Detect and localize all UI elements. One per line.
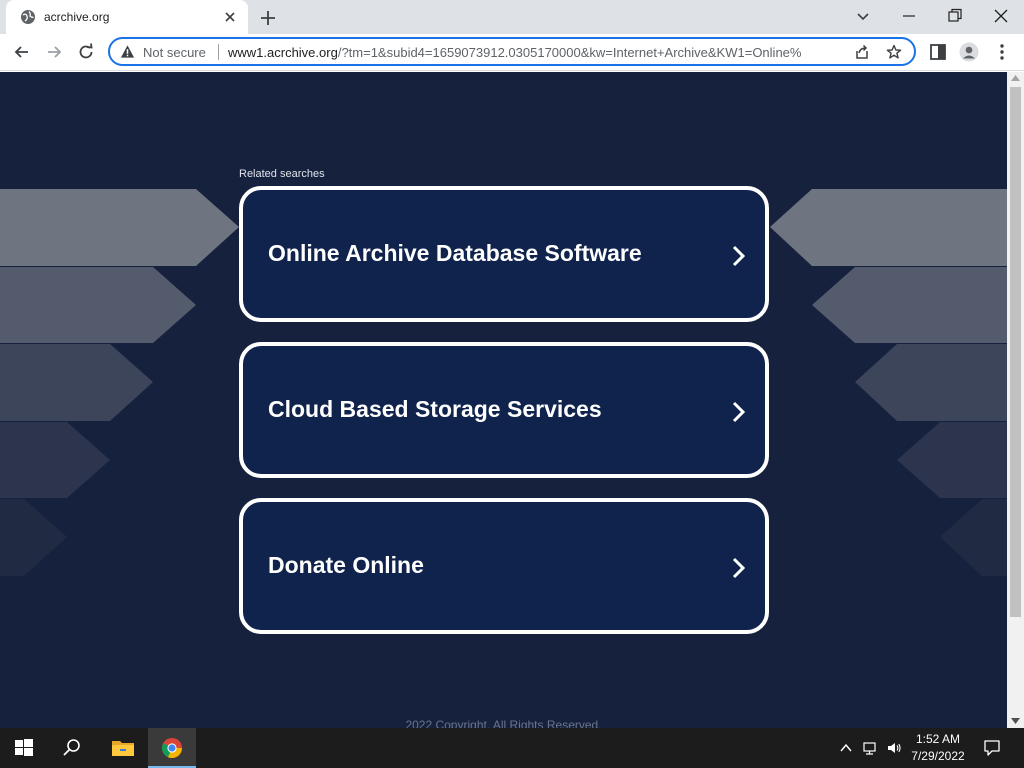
volume-icon[interactable]: [886, 740, 902, 756]
restore-icon[interactable]: [945, 6, 965, 26]
result-label: Donate Online: [268, 552, 424, 578]
profile-icon[interactable]: [959, 42, 979, 62]
close-tab-icon[interactable]: [222, 9, 238, 25]
clock-time: 1:52 AM: [915, 732, 961, 746]
url-path: /?tm=1&subid4=1659073912.0305170000&kw=I…: [337, 45, 802, 60]
clock-date: 7/29/2022: [911, 749, 965, 763]
file-explorer-icon: [112, 741, 134, 756]
system-clock[interactable]: 1:52 AM 7/29/2022: [904, 731, 972, 765]
browser-toolbar: Not secure www1.acrchive.org/?tm=1&subid…: [0, 34, 1024, 71]
warning-icon[interactable]: [120, 44, 135, 59]
file-explorer-button[interactable]: [98, 728, 146, 768]
kebab-menu-icon[interactable]: [992, 42, 1012, 62]
scroll-up-arrow-icon[interactable]: [1011, 75, 1020, 81]
globe-icon: [21, 10, 35, 24]
result-cloud-based-storage-services[interactable]: Cloud Based Storage Services: [239, 342, 769, 478]
scroll-down-arrow-icon[interactable]: [1011, 718, 1020, 724]
browser-tab[interactable]: acrchive.org: [6, 0, 248, 34]
share-icon[interactable]: [854, 44, 870, 60]
url-text[interactable]: www1.acrchive.org/?tm=1&subid4=165907391…: [228, 45, 848, 60]
taskbar-search-button[interactable]: [48, 728, 96, 768]
chevron-right-icon: [732, 557, 746, 579]
result-label: Online Archive Database Software: [268, 240, 642, 266]
reload-icon[interactable]: [76, 42, 96, 62]
close-window-icon[interactable]: [991, 6, 1011, 26]
tab-strip: acrchive.org: [0, 0, 1024, 34]
side-panel-icon[interactable]: [928, 42, 948, 62]
result-online-archive-database-software[interactable]: Online Archive Database Software: [239, 186, 769, 322]
tab-title: acrchive.org: [44, 10, 110, 24]
network-icon[interactable]: [862, 740, 878, 756]
security-status[interactable]: Not secure: [143, 45, 206, 60]
minimize-icon[interactable]: [899, 6, 919, 26]
notifications-icon[interactable]: [983, 739, 1001, 757]
page-viewport: Related searches Online Archive Database…: [0, 72, 1007, 728]
vertical-scrollbar[interactable]: [1007, 72, 1024, 728]
url-host: www1.acrchive.org: [228, 45, 338, 60]
tab-search-icon[interactable]: [853, 6, 873, 26]
windows-taskbar: 1:52 AM 7/29/2022: [0, 728, 1024, 768]
forward-arrow-icon[interactable]: [44, 42, 64, 62]
windows-start-icon: [15, 739, 33, 756]
star-icon[interactable]: [886, 44, 902, 60]
chrome-icon: [162, 738, 183, 759]
chevron-up-icon[interactable]: [838, 740, 854, 756]
chevron-right-icon: [732, 401, 746, 423]
chevron-right-icon: [732, 245, 746, 267]
footer-copyright: 2022 Copyright. All Rights Reserved.: [405, 718, 602, 728]
chrome-taskbar-button[interactable]: [148, 728, 196, 768]
result-donate-online[interactable]: Donate Online: [239, 498, 769, 634]
new-tab-icon[interactable]: [258, 8, 278, 28]
search-icon: [63, 739, 80, 756]
related-searches-label: Related searches: [239, 168, 325, 180]
result-label: Cloud Based Storage Services: [268, 396, 602, 422]
back-arrow-icon[interactable]: [12, 42, 32, 62]
address-divider: [218, 44, 219, 60]
address-bar[interactable]: Not secure www1.acrchive.org/?tm=1&subid…: [108, 37, 916, 66]
start-button[interactable]: [0, 728, 48, 768]
scrollbar-thumb[interactable]: [1010, 87, 1021, 617]
